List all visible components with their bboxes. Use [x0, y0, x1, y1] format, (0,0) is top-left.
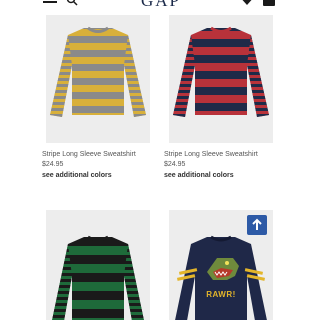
gap-logo[interactable]: GAP [141, 0, 179, 11]
product-image-1[interactable] [46, 15, 150, 143]
see-additional-colors-link[interactable]: see additional colors [42, 170, 172, 181]
see-additional-colors-link[interactable]: see additional colors [164, 170, 294, 181]
product-name[interactable]: Stripe Long Sleeve Sweatshirt [164, 150, 294, 160]
product-name[interactable]: Stripe Long Sleeve Sweatshirt [42, 150, 172, 160]
sweatshirt-image [173, 26, 269, 117]
sweatshirt-image [52, 235, 144, 320]
hamburger-menu-icon[interactable] [43, 0, 57, 5]
sweatshirt-image [50, 26, 146, 117]
arrow-up-icon [252, 218, 262, 230]
back-to-top-button[interactable] [247, 215, 267, 235]
graphic-text: RAWR! [206, 290, 236, 299]
site-header: GAP [0, 0, 320, 14]
product-info-1: Stripe Long Sleeve Sweatshirt $24.95 see… [42, 150, 172, 181]
product-info-2: Stripe Long Sleeve Sweatshirt $24.95 see… [164, 150, 294, 181]
product-price: $24.95 [42, 161, 64, 168]
heart-icon[interactable] [242, 0, 252, 5]
product-image-2[interactable] [169, 15, 273, 143]
product-price: $24.95 [164, 161, 186, 168]
shopping-bag-icon[interactable] [263, 0, 275, 6]
product-image-3[interactable] [46, 210, 150, 320]
search-icon[interactable] [66, 0, 78, 6]
